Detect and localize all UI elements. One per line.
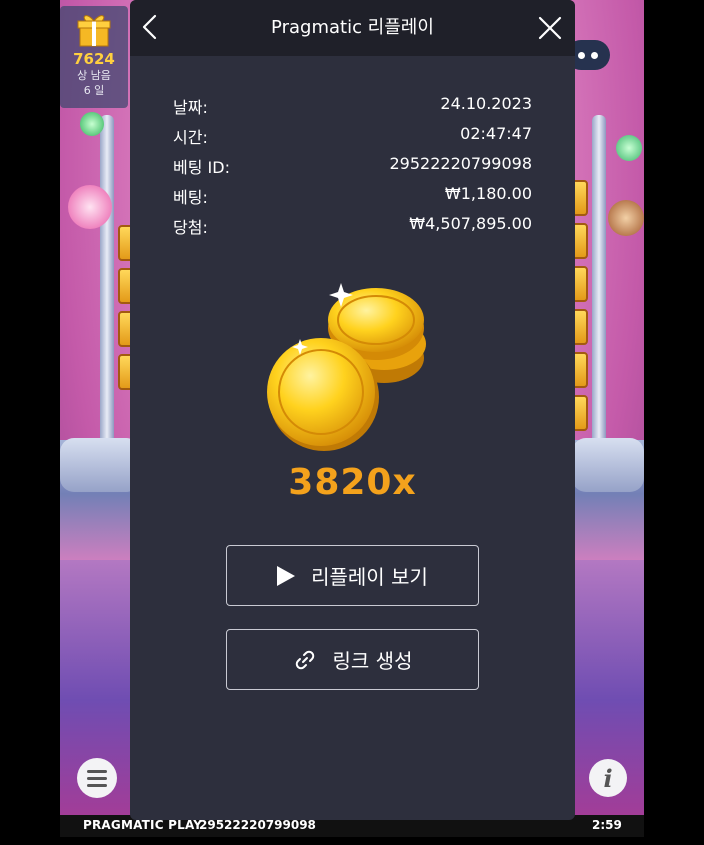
info-label: 시간: [173,128,208,147]
info-value: 02:47:47 [460,124,532,143]
right-pipe [592,115,606,445]
dialog-title: Pragmatic 리플레이 [271,17,434,38]
info-label: 날짜: [173,98,208,117]
view-replay-label: 리플레이 보기 [311,565,428,589]
candy-decoration [608,200,644,236]
brand-label: PRAGMATIC PLAY [83,818,203,832]
info-row-win: 당첨: ₩4,507,895.00 [173,214,532,237]
chevron-left-icon[interactable] [136,10,166,44]
candy-decoration [80,112,104,136]
info-label: 베팅 ID: [173,158,230,177]
create-link-label: 링크 생성 [332,649,413,673]
info-label: 당첨: [173,218,208,237]
candy-decoration [68,185,112,229]
close-icon[interactable] [534,12,566,44]
candy-decoration [616,135,642,161]
gift-days-label: 6 일 [83,84,105,97]
clock-label: 2:59 [592,818,622,832]
round-id-label: 29522220799098 [199,818,316,832]
info-value: ₩1,180.00 [444,184,532,203]
info-value: 29522220799098 [389,154,532,173]
info-row-bet-id: 베팅 ID: 29522220799098 [173,154,532,177]
info-value: 24.10.2023 [440,94,532,113]
view-replay-button[interactable]: 리플레이 보기 [226,545,479,606]
info-row-bet: 베팅: ₩1,180.00 [173,184,532,207]
info-row-date: 날짜: 24.10.2023 [173,94,532,117]
left-pipe [100,115,114,445]
gift-icon [77,15,111,47]
gift-widget[interactable]: 7624 상 남음 6 일 [60,6,128,108]
gift-count: 7624 [73,50,115,68]
info-label: 베팅: [173,188,208,207]
machine-top [572,438,644,492]
dialog-header: Pragmatic 리플레이 [130,0,575,56]
machine-top [60,438,140,492]
info-icon[interactable]: i [589,759,627,797]
create-link-button[interactable]: 링크 생성 [226,629,479,690]
multiplier-value: 3820x [288,462,417,503]
hamburger-menu-icon[interactable] [77,758,117,798]
link-icon [295,650,314,669]
gift-remaining-label: 상 남음 [77,69,111,82]
info-value: ₩4,507,895.00 [409,214,532,233]
gold-coins-icon [267,283,426,451]
play-icon [277,565,296,586]
info-row-time: 시간: 02:47:47 [173,124,532,147]
replay-dialog: Pragmatic 리플레이 날짜: 24.10.2023 시간: 02:47:… [130,0,575,820]
